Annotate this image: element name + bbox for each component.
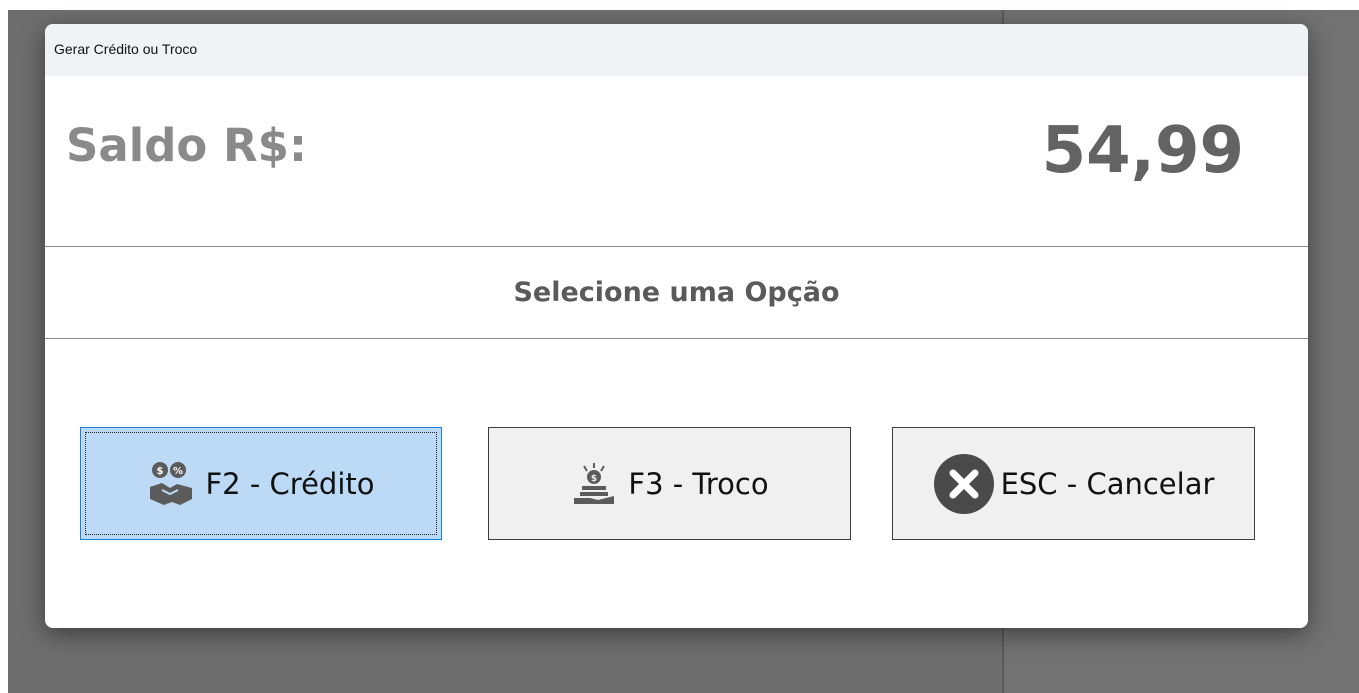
- dialog-title: Gerar Crédito ou Troco: [54, 41, 198, 57]
- background-top-strip: [0, 0, 1359, 10]
- close-circle-icon: [933, 453, 995, 515]
- divider-top: [45, 246, 1308, 247]
- cancel-button[interactable]: ESC - Cancelar: [892, 427, 1255, 540]
- change-button-label: F3 - Troco: [628, 466, 769, 501]
- change-button[interactable]: $ F3 - Troco: [488, 427, 851, 540]
- hand-coins-icon: $: [570, 462, 618, 506]
- credit-button-label: F2 - Crédito: [205, 466, 375, 501]
- svg-text:$: $: [156, 466, 163, 477]
- svg-text:%: %: [172, 466, 182, 477]
- credit-button[interactable]: $ % F2 - Crédito: [80, 427, 442, 540]
- balance-value: 54,99: [1041, 114, 1244, 188]
- dialog-titlebar[interactable]: Gerar Crédito ou Troco: [45, 24, 1308, 76]
- section-title: Selecione uma Opção: [513, 277, 840, 308]
- credit-change-dialog: Gerar Crédito ou Troco Saldo R$: 54,99 S…: [45, 24, 1308, 628]
- handshake-money-icon: $ %: [148, 461, 196, 507]
- cancel-button-label: ESC - Cancelar: [1000, 466, 1215, 501]
- divider-bottom: [45, 338, 1308, 339]
- svg-text:$: $: [591, 474, 597, 484]
- balance-label: Saldo R$:: [66, 119, 307, 172]
